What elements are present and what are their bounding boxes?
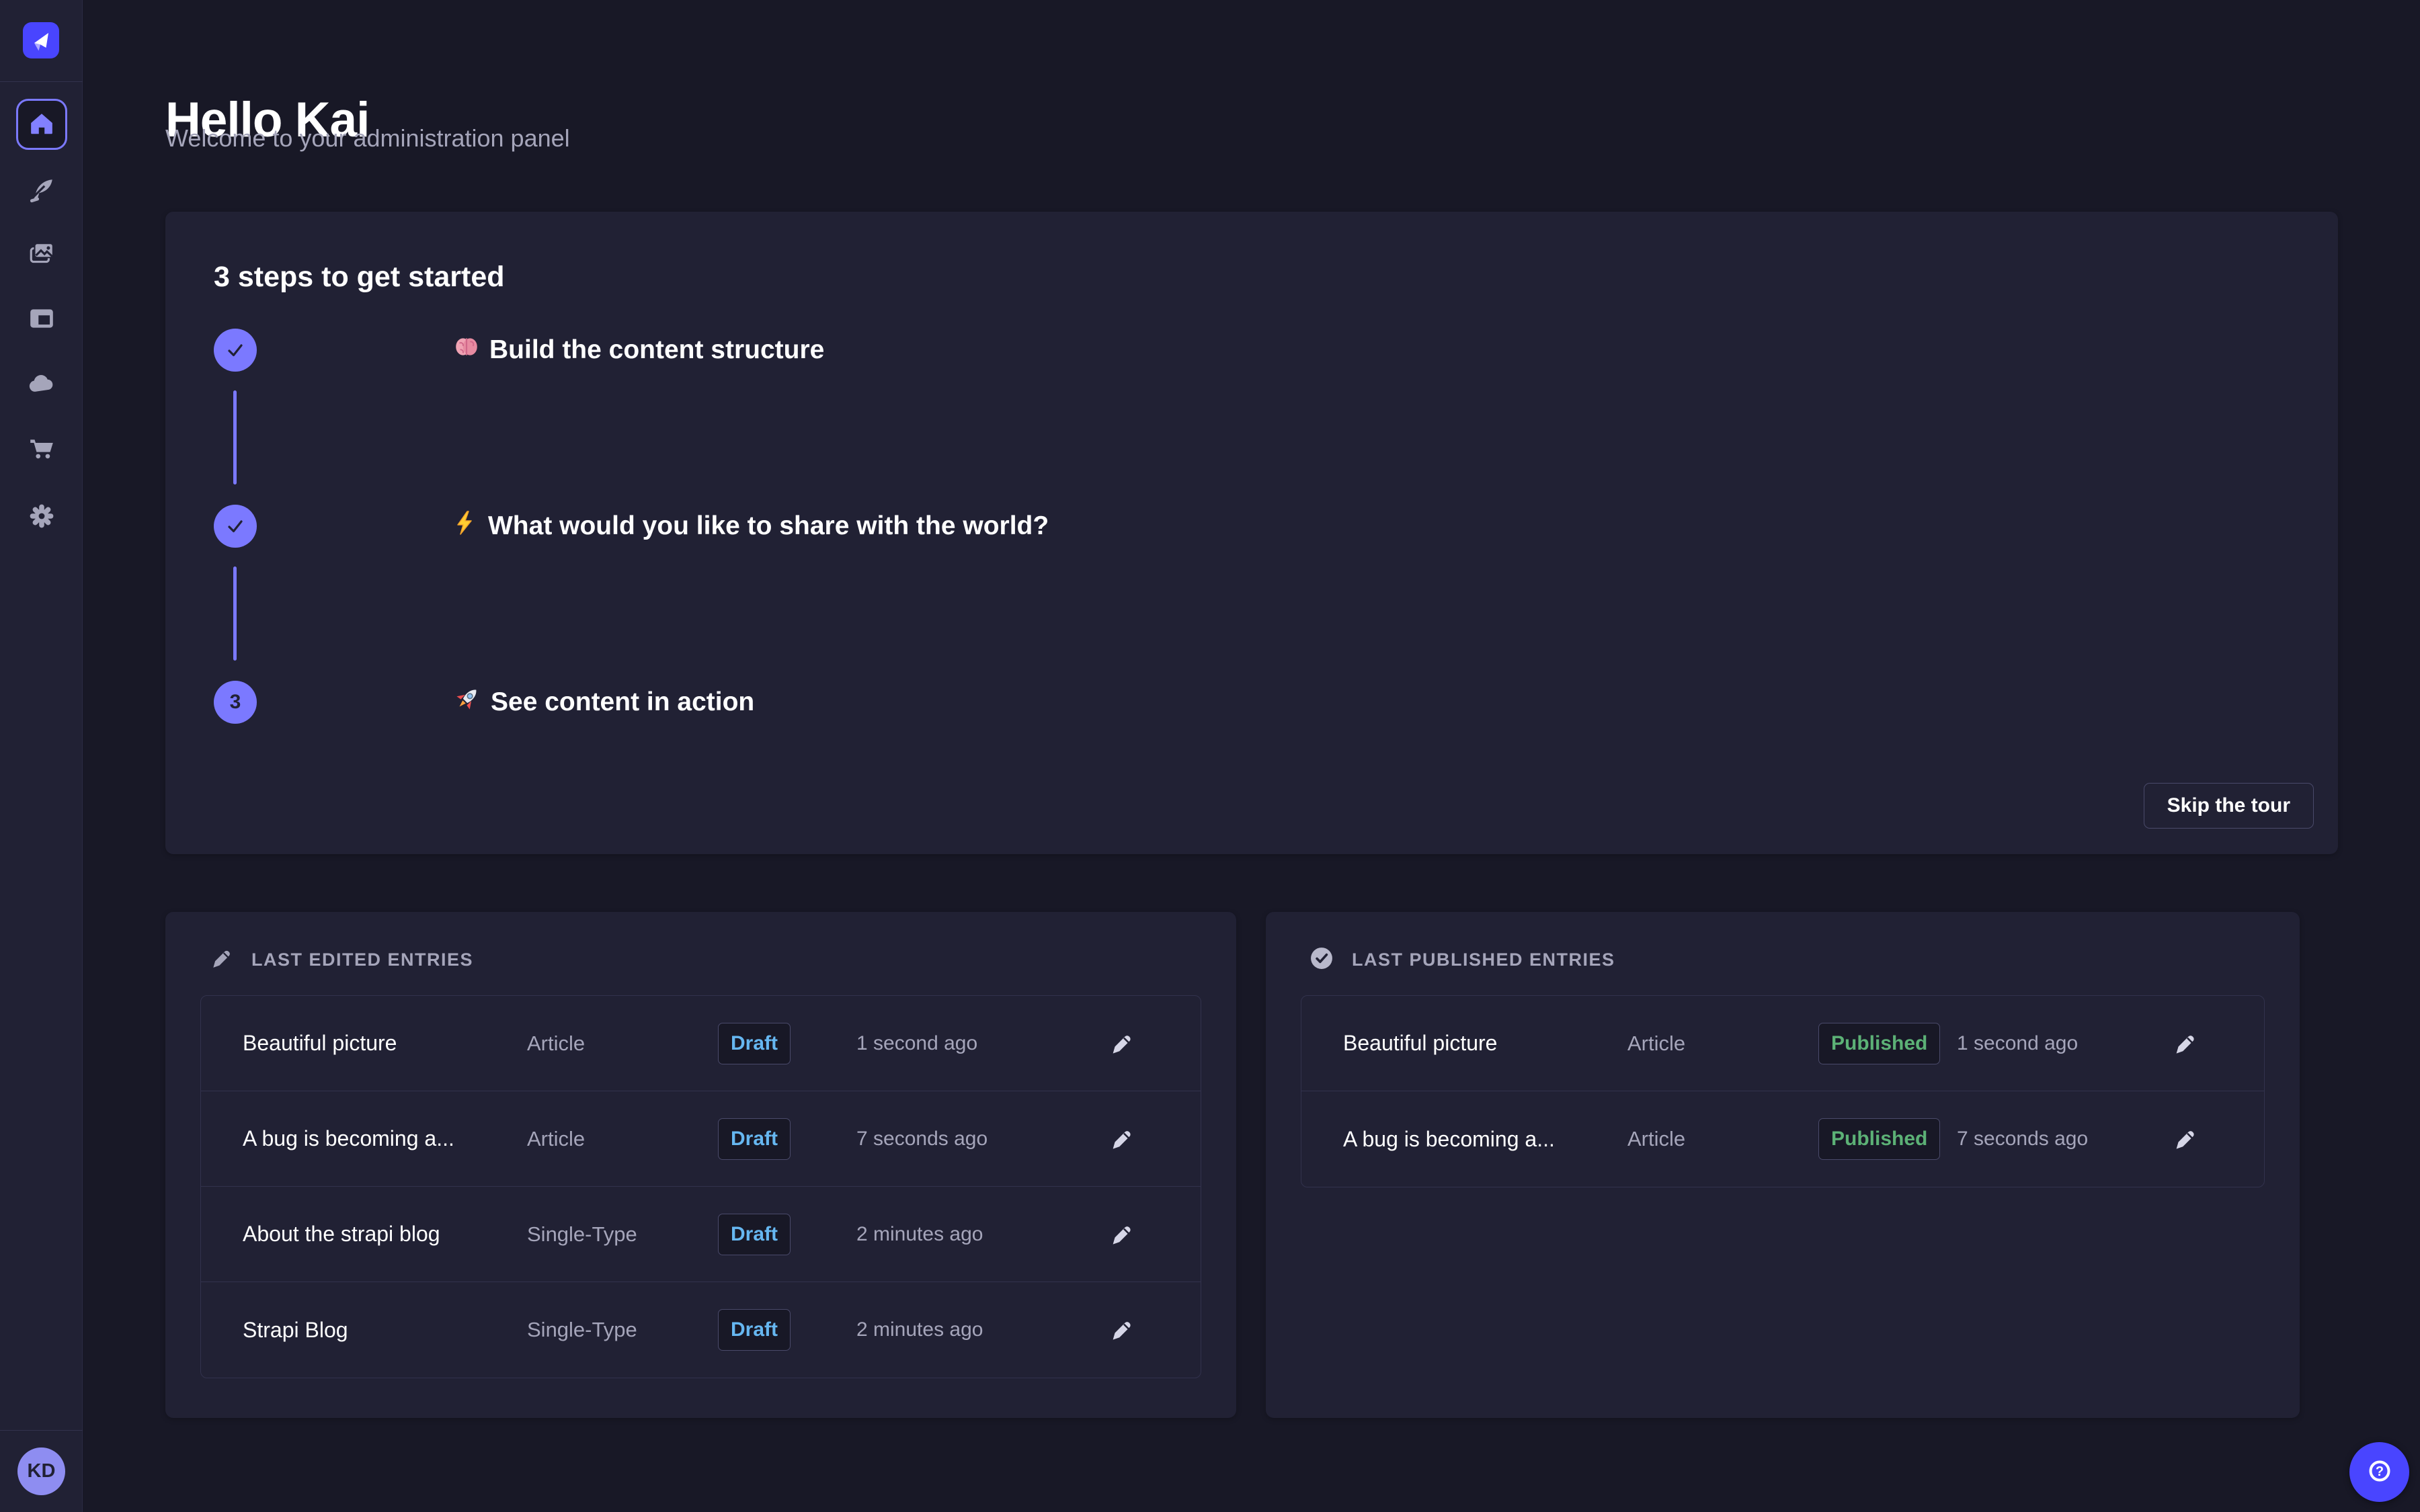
- last-published-card: LAST PUBLISHED ENTRIES Beautiful picture…: [1266, 912, 2300, 1418]
- rocket-emoji: [453, 685, 481, 720]
- sidebar-divider: [0, 1430, 83, 1431]
- sidebar-item-content-type-builder[interactable]: [16, 294, 67, 345]
- pencil-icon: [1109, 1127, 1133, 1151]
- check-circle-icon: [1310, 947, 1333, 973]
- table-row[interactable]: A bug is becoming a... Article Draft 7 s…: [201, 1091, 1201, 1187]
- sidebar-item-media-library[interactable]: [16, 229, 67, 280]
- entry-time: 7 seconds ago: [1957, 1128, 2170, 1150]
- entry-time: 7 seconds ago: [856, 1128, 1106, 1150]
- pencil-icon: [1109, 1318, 1133, 1342]
- entry-type: Article: [1627, 1127, 1818, 1151]
- feather-icon: [28, 176, 56, 206]
- table-row[interactable]: About the strapi blog Single-Type Draft …: [201, 1187, 1201, 1282]
- gear-icon: [28, 502, 56, 532]
- lightning-emoji: [453, 510, 479, 542]
- check-icon: [225, 340, 245, 360]
- sidebar-item-content-manager[interactable]: [16, 165, 67, 216]
- step-connector: [233, 390, 237, 485]
- step-connector: [233, 566, 237, 661]
- table-row[interactable]: A bug is becoming a... Article Published…: [1301, 1091, 2264, 1187]
- help-button[interactable]: ?: [2349, 1442, 2409, 1502]
- table-row[interactable]: Strapi Blog Single-Type Draft 2 minutes …: [201, 1282, 1201, 1378]
- cloud-icon: [27, 370, 56, 402]
- last-published-header: LAST PUBLISHED ENTRIES: [1310, 947, 1615, 973]
- entry-type: Single-Type: [527, 1222, 718, 1247]
- table-row[interactable]: Beautiful picture Article Draft 1 second…: [201, 996, 1201, 1091]
- edit-entry-button[interactable]: [2170, 1029, 2200, 1058]
- entry-title: Beautiful picture: [243, 1031, 527, 1056]
- entry-time: 2 minutes ago: [856, 1223, 1106, 1246]
- edit-entry-button[interactable]: [1106, 1315, 1136, 1345]
- cart-icon: [28, 436, 56, 466]
- last-published-title: LAST PUBLISHED ENTRIES: [1352, 950, 1615, 970]
- svg-text:?: ?: [2375, 1464, 2383, 1479]
- onboarding-title: 3 steps to get started: [214, 260, 505, 294]
- entry-title: A bug is becoming a...: [243, 1126, 527, 1151]
- step-1-label: Build the content structure: [453, 329, 824, 372]
- status-badge: Published: [1818, 1023, 1940, 1064]
- last-edited-title: LAST EDITED ENTRIES: [251, 950, 473, 970]
- onboarding-card: 3 steps to get started Build the content…: [165, 212, 2338, 854]
- pencil-icon: [1109, 1032, 1133, 1056]
- user-avatar[interactable]: KD: [17, 1447, 65, 1495]
- sidebar-item-home[interactable]: [16, 99, 67, 150]
- entry-title: Strapi Blog: [243, 1318, 527, 1343]
- last-edited-table: Beautiful picture Article Draft 1 second…: [200, 995, 1201, 1378]
- pencil-icon: [1109, 1222, 1133, 1247]
- entry-time: 1 second ago: [1957, 1032, 2170, 1055]
- home-icon: [29, 111, 54, 138]
- page-subtitle: Welcome to your administration panel: [165, 124, 570, 153]
- last-edited-card: LAST EDITED ENTRIES Beautiful picture Ar…: [165, 912, 1236, 1418]
- entry-type: Single-Type: [527, 1318, 718, 1342]
- status-badge: Draft: [718, 1214, 791, 1255]
- entry-type: Article: [527, 1032, 718, 1056]
- entry-title: A bug is becoming a...: [1343, 1127, 1627, 1152]
- strapi-logo[interactable]: [23, 22, 59, 58]
- pictures-icon: [28, 240, 56, 270]
- entry-type: Article: [527, 1127, 718, 1151]
- entry-time: 2 minutes ago: [856, 1318, 1106, 1341]
- last-published-table: Beautiful picture Article Published 1 se…: [1301, 995, 2265, 1187]
- step-3-number-circle: 3: [214, 681, 257, 724]
- last-edited-header: LAST EDITED ENTRIES: [210, 947, 473, 973]
- brain-emoji: [453, 333, 480, 367]
- skip-tour-button[interactable]: Skip the tour: [2144, 783, 2314, 829]
- sidebar: KD: [0, 0, 83, 1512]
- admin-dashboard: KD Hello Kai Welcome to your administrat…: [0, 0, 2420, 1512]
- table-row[interactable]: Beautiful picture Article Published 1 se…: [1301, 996, 2264, 1091]
- status-badge: Published: [1818, 1118, 1940, 1160]
- entry-title: About the strapi blog: [243, 1222, 527, 1247]
- status-badge: Draft: [718, 1023, 791, 1064]
- status-badge: Draft: [718, 1118, 791, 1160]
- avatar-initials: KD: [28, 1460, 56, 1482]
- check-icon: [225, 516, 245, 536]
- sidebar-item-settings[interactable]: [16, 491, 67, 542]
- sidebar-item-marketplace[interactable]: [16, 425, 67, 476]
- layout-icon: [28, 304, 56, 335]
- edit-entry-button[interactable]: [1106, 1220, 1136, 1249]
- step-2-check-circle: [214, 505, 257, 548]
- entry-title: Beautiful picture: [1343, 1031, 1627, 1056]
- step-3-label: See content in action: [453, 681, 754, 724]
- status-badge: Draft: [718, 1309, 791, 1351]
- pencil-icon: [2173, 1127, 2197, 1151]
- edit-entry-button[interactable]: [1106, 1124, 1136, 1154]
- edit-entry-button[interactable]: [2170, 1124, 2200, 1154]
- pencil-icon: [210, 947, 233, 973]
- step-2-label: What would you like to share with the wo…: [453, 505, 1049, 548]
- sidebar-item-deploy[interactable]: [16, 360, 67, 411]
- entry-type: Article: [1627, 1032, 1818, 1056]
- question-circle-icon: ?: [2364, 1456, 2395, 1488]
- step-1-check-circle: [214, 329, 257, 372]
- pencil-icon: [2173, 1032, 2197, 1056]
- logo-section: [0, 0, 83, 82]
- edit-entry-button[interactable]: [1106, 1029, 1136, 1058]
- entry-time: 1 second ago: [856, 1032, 1106, 1055]
